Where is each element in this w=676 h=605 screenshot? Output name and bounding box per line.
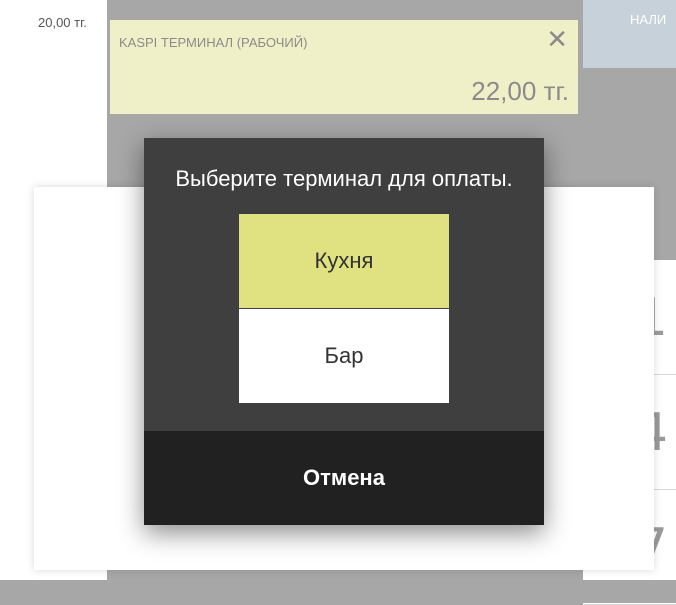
cash-tab[interactable]: НАЛИ — [583, 0, 676, 68]
payment-method-card[interactable]: KASPI ТЕРМИНАЛ (РАБОЧИЙ) ✕ 22,00 тг. — [110, 20, 578, 114]
bottom-strip — [0, 580, 676, 603]
cancel-button[interactable]: Отмена — [144, 431, 544, 525]
left-amount: 20,00 тг. — [38, 15, 87, 30]
terminal-option-bar[interactable]: Бар — [239, 309, 449, 403]
cash-tab-label: НАЛИ — [630, 12, 667, 27]
dialog-heading: Выберите терминал для оплаты. — [175, 166, 513, 191]
payment-method-title: KASPI ТЕРМИНАЛ (РАБОЧИЙ) — [119, 35, 308, 50]
close-icon[interactable]: ✕ — [546, 26, 568, 52]
terminal-select-dialog: Выберите терминал для оплаты. Кухня Бар … — [144, 138, 544, 525]
terminal-option-kitchen[interactable]: Кухня — [239, 214, 449, 308]
payment-amount: 22,00 тг. — [471, 76, 569, 106]
